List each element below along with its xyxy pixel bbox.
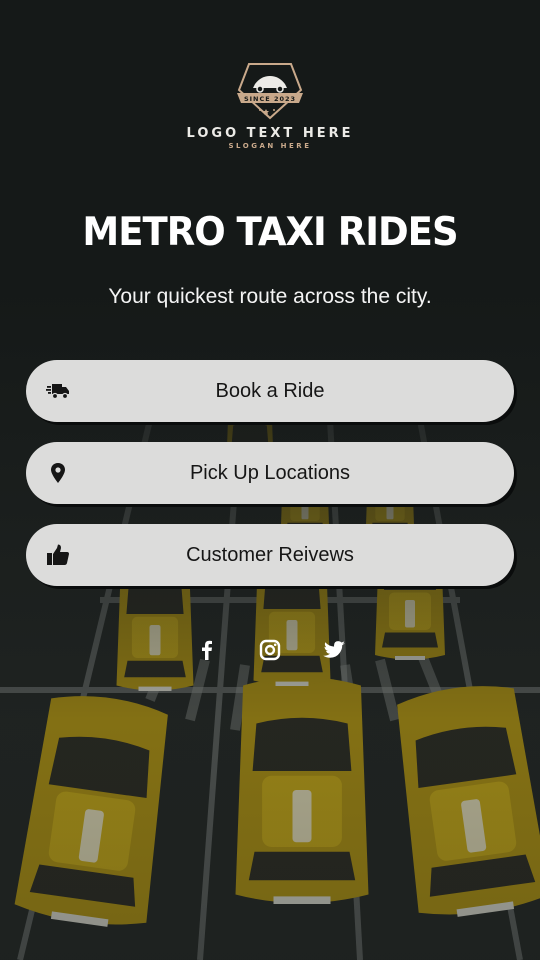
shipping-fast-icon [46,384,69,400]
logo-name: LOGO TEXT HERE [186,126,354,141]
page-title: METRO TAXI RIDES [82,208,458,255]
customer-reviews-label: Customer Reivews [186,543,354,566]
pick-up-locations-button[interactable]: Pick Up Locations [26,442,514,504]
book-a-ride-label: Book a Ride [215,379,325,402]
customer-reviews-button[interactable]: Customer Reivews [26,524,514,586]
pick-up-locations-label: Pick Up Locations [189,461,351,484]
facebook-icon[interactable] [195,638,219,662]
page-subtitle: Your quickest route across the city. [108,285,432,308]
taxi-badge-logo: SINCE 2023 [237,63,303,120]
logo-slogan: SLOGAN HERE [228,142,312,150]
logo: SINCE 2023 LOGO TEXT HERE SLOGAN HERE [0,62,540,150]
landing-screen: SINCE 2023 LOGO TEXT HERE SLOGAN HERE ME… [0,0,540,960]
book-a-ride-button[interactable]: Book a Ride [26,360,514,422]
twitter-icon[interactable] [322,638,346,662]
map-pin-icon [51,463,65,483]
instagram-icon[interactable] [258,638,282,662]
thumbs-up-icon [47,544,69,565]
svg-text:SINCE 2023: SINCE 2023 [244,95,296,103]
